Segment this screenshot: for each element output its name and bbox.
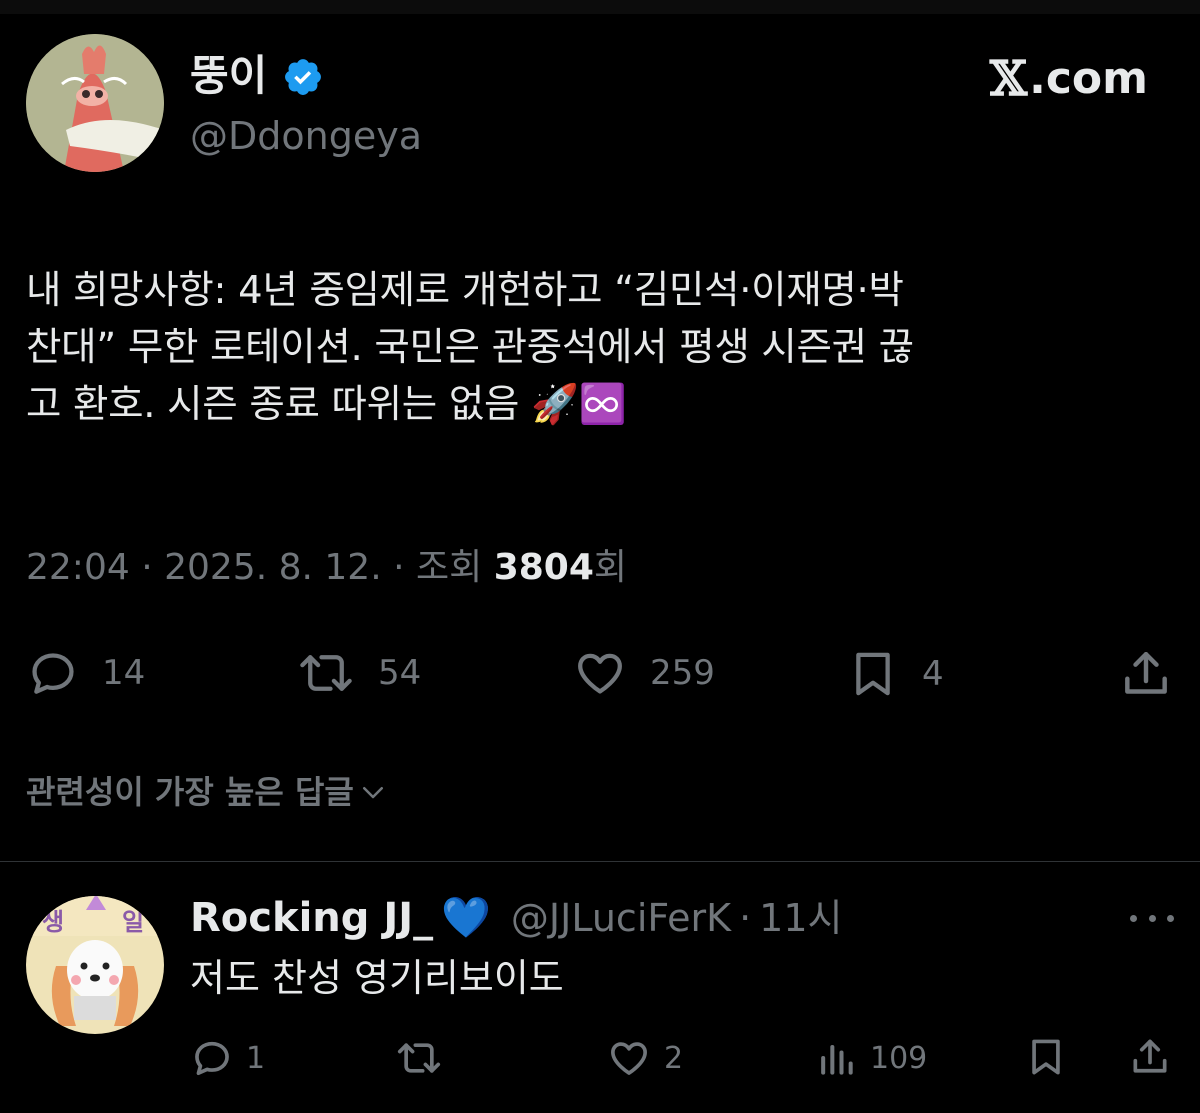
- reply-text: 저도 찬성 영기리보이도: [190, 956, 564, 1000]
- bookmark-count: 4: [922, 654, 944, 694]
- tweet-meta: 22:04 · 2025. 8. 12. · 조회 3804회: [26, 544, 627, 592]
- divider: [0, 861, 1200, 862]
- repost-count: 54: [378, 653, 422, 693]
- views-chart-icon: [821, 1044, 853, 1075]
- author-avatar[interactable]: [26, 34, 164, 172]
- more-dot: [1130, 914, 1137, 922]
- reply-icon: [32, 653, 74, 694]
- reply-repost-button[interactable]: [394, 1036, 444, 1080]
- reply-sort-dropdown[interactable]: 관련성이 가장 높은 답글: [26, 770, 388, 814]
- repost-icon: [300, 655, 352, 691]
- more-dot: [1148, 914, 1156, 922]
- reply-views-count: 109: [870, 1040, 928, 1076]
- svg-text:일: 일: [122, 908, 144, 936]
- reply-separator: ·: [739, 896, 752, 940]
- like-count: 259: [650, 653, 715, 693]
- x-logo-mark: 𝕏: [989, 51, 1028, 107]
- share-icon: [1125, 651, 1167, 694]
- tweet-time[interactable]: 22:04: [26, 547, 130, 588]
- bookmark-icon: [1032, 1039, 1060, 1075]
- tweet-action-bar: 14 54 259 4: [0, 644, 1200, 704]
- svg-text:생: 생: [42, 908, 64, 936]
- verified-badge-icon: [285, 59, 321, 95]
- reply-views-button[interactable]: 109: [814, 1036, 927, 1080]
- top-strip: [0, 0, 1200, 14]
- repost-icon: [397, 1043, 441, 1073]
- like-icon: [611, 1042, 647, 1075]
- tweet-text-line: 찬대” 무한 로테이션. 국민은 관중석에서 평생 시즌권 끊: [26, 325, 914, 370]
- reply-author-handle[interactable]: @JJLuciFerK: [511, 894, 731, 942]
- x-logo-text: .com: [1029, 53, 1148, 104]
- reply-time[interactable]: 11시: [759, 894, 842, 942]
- like-button[interactable]: 259: [572, 646, 715, 700]
- views-count: 3804: [493, 547, 594, 588]
- reply-icon: [195, 1041, 229, 1076]
- reply-sort-label: 관련성이 가장 높은 답글: [26, 773, 354, 811]
- meta-separator: ·: [393, 547, 416, 588]
- author-handle[interactable]: @Ddongeya: [190, 114, 422, 158]
- reply-like-count: 2: [664, 1040, 684, 1076]
- bookmark-icon: [856, 652, 890, 696]
- reply-author-avatar[interactable]: 생 일: [26, 896, 164, 1034]
- reply-like-button[interactable]: 2: [606, 1036, 683, 1080]
- views-suffix: 회: [593, 547, 628, 588]
- x-logo: 𝕏 .com: [989, 51, 1148, 107]
- more-dot: [1167, 914, 1174, 922]
- bookmark-button[interactable]: 4: [846, 646, 944, 702]
- like-icon: [578, 653, 622, 694]
- reply-action-bar: 1 2 109: [0, 1032, 1200, 1084]
- share-icon: [1133, 1039, 1167, 1073]
- more-options-icon[interactable]: [1130, 906, 1174, 930]
- tweet-text: 내 희망사항: 4년 중임제로 개헌하고 “김민석·이재명·박 찬대” 무한 로…: [26, 262, 1176, 433]
- tweet-text-line: 내 희망사항: 4년 중임제로 개헌하고 “김민석·이재명·박: [26, 268, 904, 313]
- reply-button[interactable]: 14: [26, 646, 145, 700]
- tweet-date[interactable]: 2025. 8. 12.: [164, 547, 382, 588]
- blue-heart-emoji: 💙: [441, 895, 491, 941]
- share-button[interactable]: [1118, 646, 1174, 702]
- meta-separator: ·: [141, 547, 165, 588]
- chevron-down-icon: [362, 787, 383, 799]
- reply-share-button[interactable]: [1128, 1034, 1172, 1080]
- repost-button[interactable]: 54: [296, 646, 421, 700]
- reply-count: 14: [102, 653, 146, 693]
- reply-header: Rocking JJ_ 💙 @JJLuciFerK · 11시: [190, 894, 843, 942]
- reply-reply-count: 1: [246, 1040, 266, 1076]
- reply-bookmark-button[interactable]: [1024, 1034, 1068, 1080]
- tweet-text-line: 고 환호. 시즌 종료 따위는 없음 🚀♾️: [26, 382, 627, 427]
- views-label: 조회: [415, 547, 483, 588]
- author-name[interactable]: 뚱이: [190, 52, 267, 100]
- reply-reply-button[interactable]: 1: [190, 1036, 265, 1080]
- reply-author-name[interactable]: Rocking JJ_: [190, 894, 433, 942]
